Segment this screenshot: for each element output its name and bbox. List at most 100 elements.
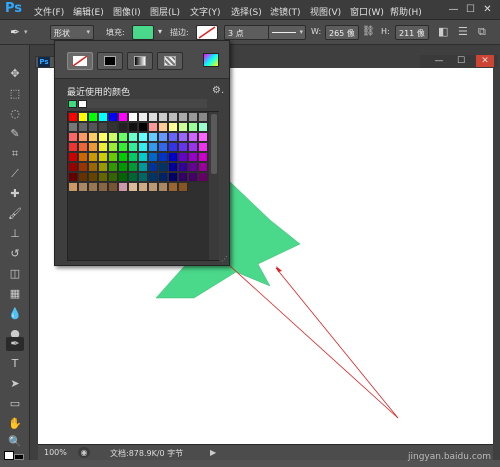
color-swatch[interactable] [139,183,148,192]
color-swatch[interactable] [169,173,178,182]
color-swatch[interactable] [199,153,208,162]
color-swatch[interactable] [199,143,208,152]
color-swatch[interactable] [119,183,128,192]
background-color-swatch[interactable] [14,454,24,460]
color-swatch[interactable] [109,183,118,192]
solid-color-tab[interactable] [97,52,123,70]
color-swatch[interactable] [159,153,168,162]
color-swatch[interactable] [99,133,108,142]
color-swatch[interactable] [69,113,78,122]
color-swatch[interactable] [169,133,178,142]
color-swatch[interactable] [149,133,158,142]
width-field[interactable]: 265 像 [325,25,359,40]
color-swatch[interactable] [99,173,108,182]
color-swatch[interactable] [139,113,148,122]
color-swatch[interactable] [129,113,138,122]
color-swatch[interactable] [159,133,168,142]
color-swatch[interactable] [109,163,118,172]
menu-help[interactable]: 帮助(H) [390,5,422,18]
doc-close-button[interactable]: ✕ [476,55,494,67]
color-swatch[interactable] [129,163,138,172]
color-swatch[interactable] [119,153,128,162]
color-swatch[interactable] [169,153,178,162]
path-operations-icon[interactable]: ◧ [438,25,448,38]
recent-color-swatch[interactable] [68,100,77,108]
color-swatch[interactable] [89,113,98,122]
color-swatch[interactable] [89,153,98,162]
color-swatch[interactable] [79,113,88,122]
menu-select[interactable]: 选择(S) [231,5,262,18]
menu-edit[interactable]: 编辑(E) [73,5,104,18]
color-swatch[interactable] [159,183,168,192]
pen-tool-icon[interactable]: ✒ [6,337,24,351]
color-swatch[interactable] [119,163,128,172]
color-swatch[interactable] [79,163,88,172]
color-swatch[interactable] [89,143,98,152]
color-swatch[interactable] [69,173,78,182]
color-swatch[interactable] [99,183,108,192]
menu-image[interactable]: 图像(I) [113,5,141,18]
fill-chevron-icon[interactable]: ▾ [158,27,162,36]
color-swatch[interactable] [89,123,98,132]
color-swatch[interactable] [89,183,98,192]
color-swatch[interactable] [89,173,98,182]
eyedropper-tool-icon[interactable]: ⟋ [6,167,24,181]
color-swatch[interactable] [149,153,158,162]
gradient-tool-icon[interactable]: ▦ [6,287,24,301]
color-swatch[interactable] [179,143,188,152]
type-tool-icon[interactable]: T [6,357,24,371]
color-swatch[interactable] [149,143,158,152]
healing-tool-icon[interactable]: ✚ [6,187,24,201]
color-swatch[interactable] [189,133,198,142]
color-swatch[interactable] [149,163,158,172]
marquee-tool-icon[interactable]: ⬚ [6,87,24,101]
scrollbar-thumb[interactable] [211,114,217,174]
doc-minimize-button[interactable]: — [430,55,448,67]
eraser-tool-icon[interactable]: ◫ [6,267,24,281]
no-fill-tab[interactable] [67,52,93,70]
color-swatch[interactable] [189,113,198,122]
color-swatch[interactable] [139,123,148,132]
color-swatch[interactable] [169,113,178,122]
color-swatch[interactable] [179,153,188,162]
path-arrangement-icon[interactable]: ⧉ [478,25,486,39]
color-swatch[interactable] [139,153,148,162]
hand-tool-icon[interactable]: ✋ [6,417,24,431]
color-swatch[interactable] [79,143,88,152]
minimize-button[interactable]: — [447,3,460,16]
stroke-swatch[interactable] [196,25,218,40]
path-alignment-icon[interactable]: ☰ [458,25,468,38]
color-swatch[interactable] [79,173,88,182]
color-swatch[interactable] [129,143,138,152]
color-swatch[interactable] [99,153,108,162]
path-select-tool-icon[interactable]: ➤ [6,377,24,391]
pattern-tab[interactable] [157,52,183,70]
maximize-button[interactable]: ☐ [464,3,477,16]
color-swatch[interactable] [149,123,158,132]
color-swatch[interactable] [129,153,138,162]
quick-select-tool-icon[interactable]: ✎ [6,127,24,141]
color-swatch[interactable] [199,113,208,122]
color-swatch[interactable] [149,173,158,182]
brush-tool-icon[interactable]: 🖌 [6,207,24,221]
foreground-color-swatch[interactable] [4,451,14,460]
color-swatch[interactable] [99,163,108,172]
color-swatch[interactable] [169,143,178,152]
color-swatch[interactable] [109,113,118,122]
color-swatch[interactable] [79,153,88,162]
color-swatch[interactable] [129,173,138,182]
color-swatch[interactable] [159,123,168,132]
color-swatch[interactable] [169,183,178,192]
fill-swatch[interactable] [132,25,154,40]
color-swatch[interactable] [119,143,128,152]
color-swatch[interactable] [69,183,78,192]
menu-view[interactable]: 视图(V) [310,5,341,18]
zoom-tool-icon[interactable]: 🔍 [6,435,24,449]
color-swatch[interactable] [169,163,178,172]
color-swatch[interactable] [189,143,198,152]
color-swatch[interactable] [69,153,78,162]
color-swatch[interactable] [159,143,168,152]
stamp-tool-icon[interactable]: ⊥ [6,227,24,241]
color-swatch[interactable] [179,123,188,132]
color-swatch[interactable] [99,113,108,122]
